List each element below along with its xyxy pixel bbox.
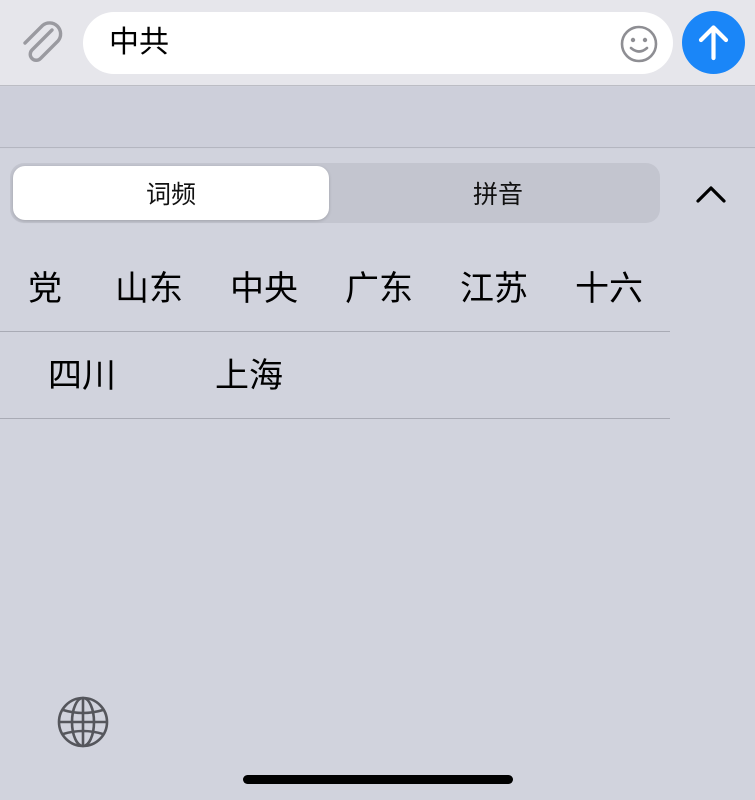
- tab-word-frequency[interactable]: 词频: [13, 166, 329, 220]
- keyboard-top-band: [0, 87, 755, 148]
- candidate-item[interactable]: 中央: [230, 246, 298, 332]
- chevron-up-icon[interactable]: [690, 173, 732, 215]
- candidate-item[interactable]: 山东: [115, 246, 183, 332]
- candidate-item[interactable]: 四川: [48, 333, 116, 419]
- candidate-row-1: 党 山东 中央 广东 江苏 十六: [0, 246, 670, 332]
- candidate-panel: 词频 拼音 党 山东 中央 广东 江苏 十六 四川 上海: [0, 149, 755, 800]
- message-input[interactable]: 中共: [83, 12, 673, 74]
- message-input-text: 中共: [109, 25, 169, 60]
- candidate-item[interactable]: 上海: [215, 333, 283, 419]
- home-indicator[interactable]: [243, 775, 513, 784]
- arrow-up-icon: [698, 25, 729, 61]
- tab-pinyin[interactable]: 拼音: [340, 166, 656, 220]
- candidate-item[interactable]: 江苏: [460, 246, 528, 332]
- message-composer: 中共: [0, 0, 755, 86]
- candidate-item[interactable]: 十六: [575, 246, 643, 332]
- globe-icon[interactable]: [56, 695, 110, 749]
- sort-segmented-control: 词频 拼音: [10, 163, 660, 223]
- send-button[interactable]: [682, 11, 745, 74]
- candidate-item[interactable]: 党: [28, 246, 62, 332]
- paperclip-icon[interactable]: [14, 16, 70, 72]
- smiley-icon[interactable]: [619, 24, 659, 64]
- candidate-row-2: 四川 上海: [0, 333, 670, 419]
- candidate-item[interactable]: 广东: [345, 246, 413, 332]
